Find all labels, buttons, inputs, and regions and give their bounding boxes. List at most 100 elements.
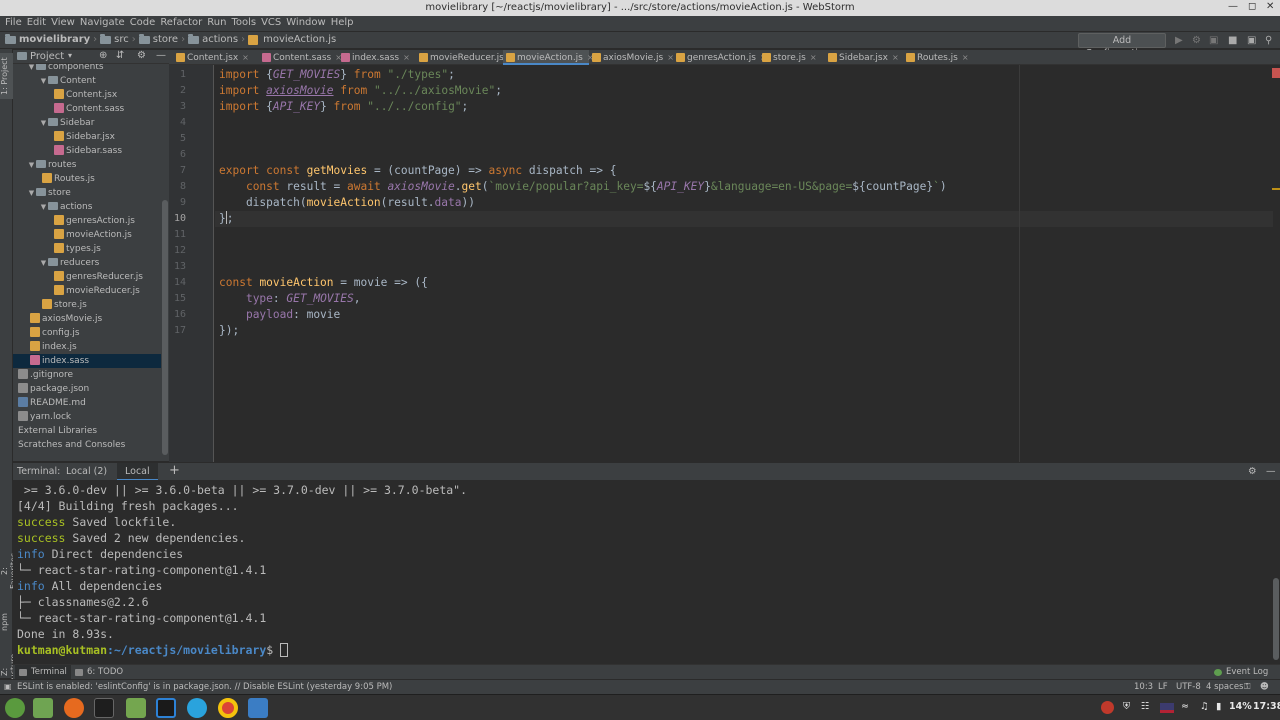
- tree-item[interactable]: Content.sass: [13, 102, 161, 116]
- menu-navigate[interactable]: Navigate: [80, 16, 125, 28]
- event-log-tab[interactable]: Event Log: [1210, 665, 1272, 680]
- project-scrollbar[interactable]: [162, 200, 168, 455]
- editor-tab[interactable]: axiosMovie.js ×: [589, 50, 674, 65]
- breadcrumb-project[interactable]: movielibrary: [19, 34, 90, 45]
- file-encoding[interactable]: UTF-8: [1176, 682, 1201, 692]
- breadcrumb-store[interactable]: store: [153, 34, 178, 45]
- tree-item[interactable]: Sidebar.sass: [13, 144, 161, 158]
- collapse-all-icon[interactable]: ⇵: [116, 50, 124, 61]
- chevron-down-icon[interactable]: ▼: [39, 74, 48, 88]
- tree-item[interactable]: genresAction.js: [13, 214, 161, 228]
- breadcrumb-actions[interactable]: actions: [202, 34, 238, 45]
- tree-item[interactable]: External Libraries: [13, 424, 161, 438]
- firefox-icon[interactable]: [64, 698, 84, 718]
- tree-item[interactable]: movieAction.js: [13, 228, 161, 242]
- tree-item[interactable]: package.json: [13, 382, 161, 396]
- tree-folder[interactable]: ▼ store: [13, 186, 161, 200]
- tree-item[interactable]: .gitignore: [13, 368, 161, 382]
- menu-vcs[interactable]: VCS: [261, 16, 281, 28]
- chevron-down-icon[interactable]: ▼: [27, 186, 36, 200]
- code-line-15[interactable]: type: GET_MOVIES,: [219, 291, 361, 307]
- tree-item[interactable]: store.js: [13, 298, 161, 312]
- code-line-7[interactable]: export const getMovies = (countPage) => …: [219, 163, 616, 179]
- tree-item[interactable]: genresReducer.js: [13, 270, 161, 284]
- keyboard-layout-icon[interactable]: [1160, 703, 1174, 713]
- webstorm-icon[interactable]: [156, 698, 176, 718]
- tree-item[interactable]: axiosMovie.js: [13, 312, 161, 326]
- gear-icon[interactable]: ⚙: [1248, 466, 1257, 477]
- tree-folder[interactable]: ▼ Content: [13, 74, 161, 88]
- clock[interactable]: 17:38: [1253, 701, 1280, 712]
- chevron-down-icon[interactable]: ▾: [68, 51, 72, 60]
- tree-item[interactable]: yarn.lock: [13, 410, 161, 424]
- chrome-icon[interactable]: [218, 698, 238, 718]
- tree-folder[interactable]: ▼ components: [13, 64, 161, 74]
- battery-icon[interactable]: ▮: [1216, 701, 1221, 712]
- wifi-icon[interactable]: ≈: [1181, 701, 1189, 712]
- editor-tab[interactable]: genresAction.js×: [673, 50, 767, 65]
- close-icon[interactable]: ✕: [1266, 1, 1274, 12]
- tree-folder[interactable]: ▼ reducers: [13, 256, 161, 270]
- breadcrumb-src[interactable]: src: [114, 34, 129, 45]
- editor-tab[interactable]: Sidebar.jsx ×: [825, 50, 903, 65]
- terminal-tool-tab[interactable]: Terminal: [15, 665, 71, 680]
- tree-item[interactable]: config.js: [13, 326, 161, 340]
- network-icon[interactable]: ☷: [1141, 701, 1150, 712]
- menu-view[interactable]: View: [51, 16, 75, 28]
- stop-icon[interactable]: ■: [1228, 35, 1237, 46]
- editor-tab[interactable]: index.sass ×: [338, 50, 416, 65]
- menu-code[interactable]: Code: [130, 16, 156, 28]
- project-structure-icon[interactable]: ▣: [1247, 35, 1256, 46]
- chevron-down-icon[interactable]: ▼: [27, 158, 36, 172]
- menu-window[interactable]: Window: [286, 16, 325, 28]
- shield-icon[interactable]: ⛨: [1123, 701, 1130, 712]
- search-everywhere-icon[interactable]: ⚲: [1265, 35, 1272, 46]
- gear-icon[interactable]: ⚙: [137, 50, 146, 61]
- show-desktop-icon[interactable]: [33, 698, 53, 718]
- chevron-down-icon[interactable]: ▼: [39, 200, 48, 214]
- tree-item[interactable]: index.sass: [13, 354, 161, 368]
- lock-icon[interactable]: ⚿: [1244, 682, 1250, 692]
- menu-edit[interactable]: Edit: [27, 16, 46, 28]
- terminal-tab-local-2[interactable]: Local (2): [66, 466, 107, 477]
- hide-panel-icon[interactable]: —: [156, 50, 166, 61]
- editor-tab[interactable]: Content.jsx ×: [173, 50, 259, 65]
- chevron-down-icon[interactable]: ▼: [39, 256, 48, 270]
- menu-help[interactable]: Help: [331, 16, 354, 28]
- tree-folder[interactable]: ▼ actions: [13, 200, 161, 214]
- inspector-icon[interactable]: ☻: [1260, 682, 1269, 692]
- terminal-tab-local[interactable]: Local: [117, 463, 158, 481]
- status-message[interactable]: ESLint is enabled: 'eslintConfig' is in …: [17, 682, 392, 692]
- indent-setting[interactable]: 4 spaces: [1206, 682, 1243, 692]
- project-view-selector[interactable]: Project: [30, 51, 64, 62]
- menu-tools[interactable]: Tools: [231, 16, 256, 28]
- close-tab-icon[interactable]: ×: [962, 53, 969, 62]
- tree-item[interactable]: Scratches and Consoles: [13, 438, 161, 452]
- code-line-16[interactable]: payload: movie: [219, 307, 340, 323]
- favorites-tool-tab[interactable]: 2: Favorites: [0, 549, 18, 593]
- close-tab-icon[interactable]: ×: [242, 53, 249, 62]
- minimize-icon[interactable]: —: [1228, 1, 1238, 12]
- editor-tab[interactable]: movieAction.js ×: [503, 50, 594, 65]
- chevron-down-icon[interactable]: ▼: [27, 64, 36, 74]
- editor-tab[interactable]: movieReducer.js×: [416, 50, 515, 65]
- code-line-1[interactable]: import {GET_MOVIES} from "./types";: [219, 67, 455, 83]
- terminal-prompt[interactable]: kutman@kutman:~/reactjs/movielibrary$: [17, 642, 289, 658]
- menu-refactor[interactable]: Refactor: [160, 16, 202, 28]
- volume-icon[interactable]: ♫: [1200, 701, 1209, 712]
- tree-folder[interactable]: ▼ routes: [13, 158, 161, 172]
- hide-panel-icon[interactable]: —: [1266, 466, 1276, 477]
- tree-folder[interactable]: ▼ Sidebar: [13, 116, 161, 130]
- run-icon[interactable]: ▶: [1175, 35, 1183, 46]
- tree-item[interactable]: Content.jsx: [13, 88, 161, 102]
- tree-item[interactable]: types.js: [13, 242, 161, 256]
- files-icon[interactable]: [126, 698, 146, 718]
- warning-stripe-marker[interactable]: [1272, 188, 1280, 190]
- new-terminal-icon[interactable]: +: [169, 463, 180, 478]
- code-line-3[interactable]: import {API_KEY} from "../../config";: [219, 99, 468, 115]
- editor-tab[interactable]: Content.sass ×: [259, 50, 342, 65]
- code-line-14[interactable]: const movieAction = movie => ({: [219, 275, 428, 291]
- caret-position[interactable]: 10:3: [1134, 682, 1153, 692]
- tree-item[interactable]: Routes.js: [13, 172, 161, 186]
- maximize-icon[interactable]: ◻: [1248, 1, 1256, 12]
